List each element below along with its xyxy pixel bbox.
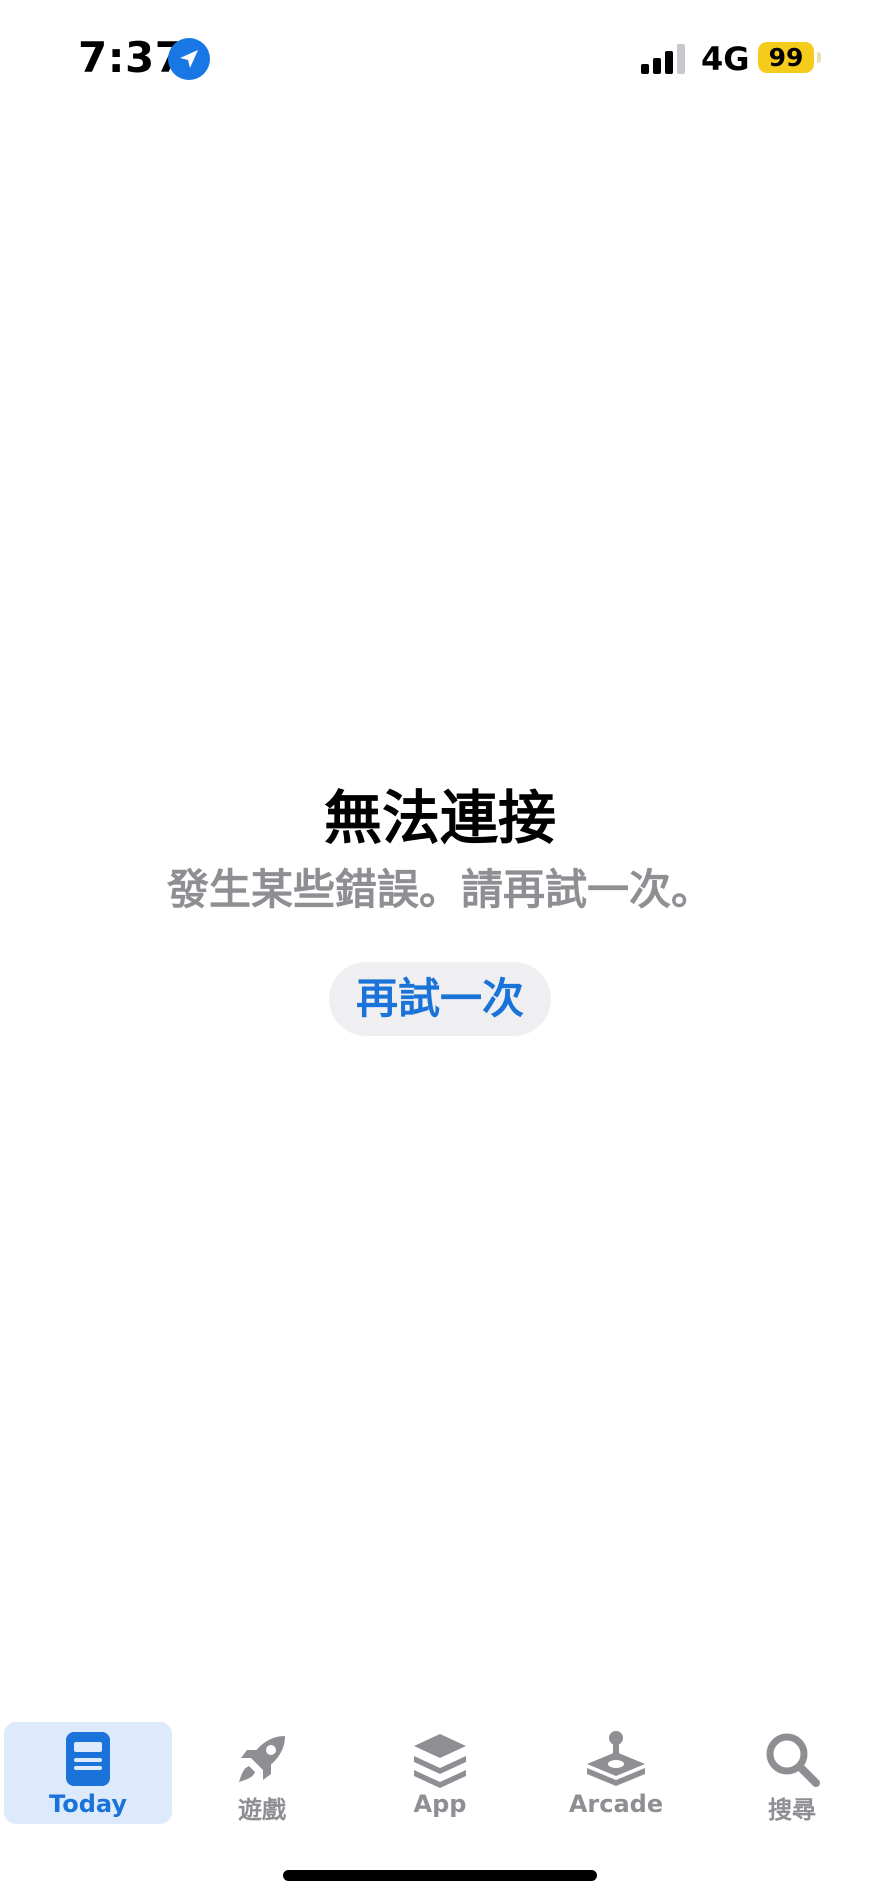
battery-cap — [817, 52, 821, 63]
tab-games-label: 遊戲 — [238, 1796, 286, 1824]
tab-apps-label: App — [413, 1790, 467, 1818]
tab-search[interactable]: 搜尋 — [708, 1722, 876, 1824]
home-indicator[interactable] — [283, 1870, 597, 1881]
network-type: 4G — [701, 40, 750, 78]
battery-level: 99 — [758, 42, 814, 73]
tab-arcade[interactable]: Arcade — [532, 1722, 700, 1824]
tab-apps[interactable]: App — [356, 1722, 524, 1824]
tab-search-label: 搜尋 — [768, 1796, 816, 1824]
layers-icon — [410, 1730, 470, 1793]
status-bar: 7:37 4G 99 — [0, 0, 880, 120]
tab-arcade-label: Arcade — [568, 1790, 664, 1818]
tab-today-label: Today — [49, 1790, 127, 1818]
tab-today[interactable]: Today — [4, 1722, 172, 1824]
error-message: 發生某些錯誤。請再試一次。 — [166, 865, 713, 914]
tab-games[interactable]: 遊戲 — [178, 1722, 346, 1824]
joystick-icon — [583, 1730, 649, 1793]
search-icon — [763, 1730, 821, 1793]
cellular-signal-icon — [641, 44, 689, 74]
today-icon — [64, 1730, 112, 1793]
error-title: 無法連接 — [323, 784, 556, 852]
tab-bar: Today 遊戲 App Arcade 搜尋 — [0, 1718, 880, 1828]
retry-button[interactable]: 再試一次 — [329, 962, 551, 1036]
rocket-icon — [233, 1730, 291, 1793]
location-arrow-icon — [168, 38, 210, 80]
